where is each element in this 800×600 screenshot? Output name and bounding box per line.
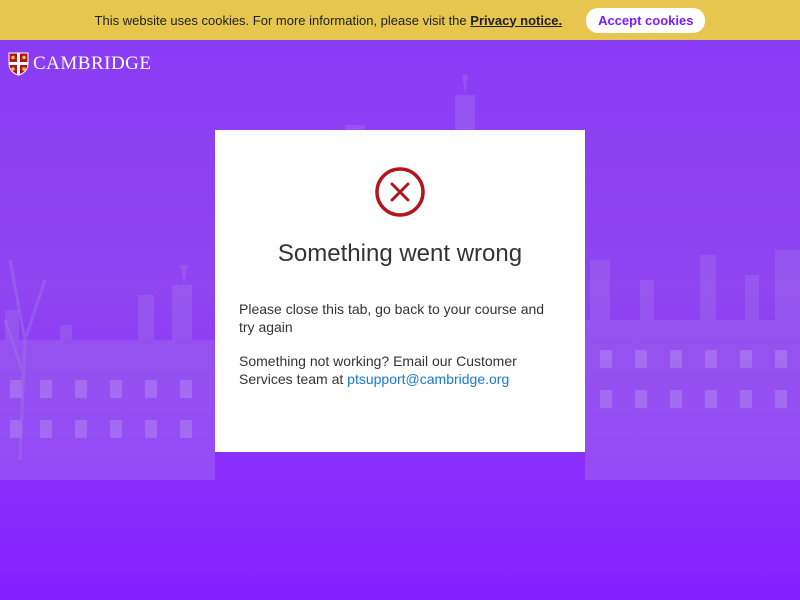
- accept-cookies-button[interactable]: Accept cookies: [586, 7, 706, 33]
- error-dialog: Something went wrong Please close this t…: [215, 130, 585, 452]
- logo-wordmark: CAMBRIDGE: [33, 53, 152, 74]
- cookie-banner: This website uses cookies. For more info…: [0, 0, 800, 40]
- error-x-circle-icon: [375, 167, 425, 217]
- cambridge-logo[interactable]: CAMBRIDGE: [8, 52, 152, 76]
- error-title: Something went wrong: [277, 240, 523, 267]
- cookie-notice-text: This website uses cookies. For more info…: [95, 13, 563, 28]
- cookie-text-body: This website uses cookies. For more info…: [94, 12, 467, 28]
- privacy-notice-link[interactable]: Privacy notice.: [470, 13, 562, 28]
- support-email-link[interactable]: ptsupport@cambridge.org: [347, 371, 509, 387]
- cambridge-shield-icon: [8, 52, 29, 76]
- support-message: Something not working? Email our Custome…: [239, 352, 561, 388]
- error-message: Please close this tab, go back to your c…: [239, 301, 545, 335]
